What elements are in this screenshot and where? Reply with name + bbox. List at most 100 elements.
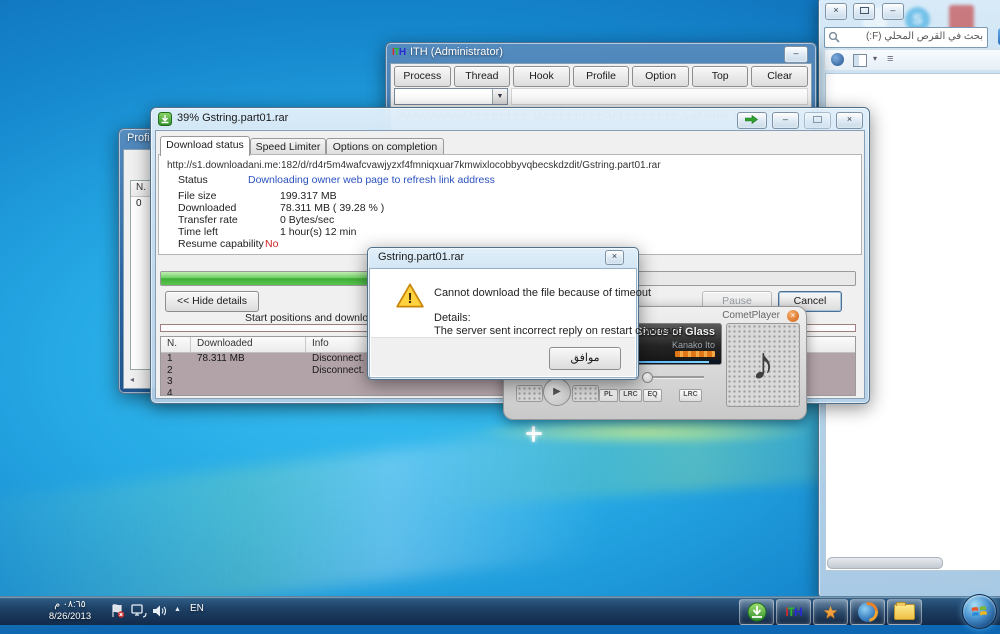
- firefox-icon: [858, 602, 878, 622]
- taskbar-item-explorer[interactable]: [887, 599, 922, 625]
- column-header[interactable]: N.: [161, 337, 191, 352]
- field-value: 1 hour(s) 12 min: [280, 226, 356, 238]
- field-value: 199.317 MB: [280, 190, 337, 202]
- column-header[interactable]: Downloaded: [191, 337, 306, 352]
- field-value-resume: No: [265, 238, 278, 250]
- cell-downloaded: [191, 365, 306, 377]
- close-icon[interactable]: ×: [825, 3, 847, 20]
- toolbar-list-icon[interactable]: ≡: [887, 53, 893, 65]
- sparkle-cursor: [526, 426, 542, 442]
- cell-n: 1: [161, 353, 191, 365]
- taskbar: ٠٨:٦٥ م 8/26/2013 ▲ EN ITH ★: [0, 596, 1000, 625]
- network-icon[interactable]: [131, 604, 147, 618]
- lyrics-button-2[interactable]: LRC: [679, 389, 702, 402]
- profiles-window-title: Profil: [127, 132, 152, 144]
- hidden-icons-button[interactable]: ▲: [174, 606, 181, 613]
- taskbar-clock[interactable]: ٠٨:٦٥ م 8/26/2013: [34, 599, 106, 622]
- ith-profile-button[interactable]: Profile: [573, 66, 630, 87]
- warning-icon: !: [396, 283, 424, 308]
- maximize-icon[interactable]: [853, 3, 875, 20]
- minimize-icon[interactable]: –: [882, 3, 904, 20]
- speaker-grille-panel: ♪: [726, 323, 800, 407]
- dialog-title: Gstring.part01.rar: [378, 251, 464, 263]
- ith-icon: ITH: [785, 606, 801, 618]
- ith-text-field[interactable]: [511, 88, 808, 105]
- ith-process-combobox[interactable]: ▼: [394, 88, 508, 105]
- close-icon[interactable]: ×: [836, 112, 863, 129]
- field-label: File size: [178, 190, 217, 202]
- volume-knob[interactable]: [642, 372, 653, 383]
- cell-downloaded: [191, 376, 306, 388]
- ith-window-title: ITH (Administrator): [410, 46, 503, 58]
- field-label: Downloaded: [178, 202, 236, 214]
- taskbar-item-idm[interactable]: [739, 599, 774, 625]
- volume-slider[interactable]: [652, 376, 704, 378]
- svg-text:!: !: [407, 290, 412, 307]
- minimize-icon[interactable]: –: [784, 46, 808, 63]
- idm-icon: [747, 602, 767, 622]
- close-icon[interactable]: ×: [605, 250, 624, 265]
- horizontal-scrollbar[interactable]: [827, 557, 943, 569]
- download-url: http://s1.downloadani.me:182/d/rd4r5m4wa…: [167, 160, 661, 171]
- bitrate-badge: [675, 351, 715, 357]
- search-placeholder: بحث في القرص المحلي (F:): [866, 31, 983, 42]
- chevron-down-icon[interactable]: ▾: [873, 54, 877, 63]
- scroll-left-arrow-icon[interactable]: ◂: [130, 375, 134, 384]
- music-note-icon: ♪: [752, 337, 775, 389]
- download-status-panel: http://s1.downloadani.me:182/d/rd4r5m4wa…: [158, 154, 862, 255]
- ith-option-button[interactable]: Option: [632, 66, 689, 87]
- start-queue-button[interactable]: [737, 112, 767, 129]
- prev-button[interactable]: [516, 385, 543, 402]
- tab-download-status[interactable]: Download status: [160, 136, 250, 156]
- search-input[interactable]: بحث في القرص المحلي (F:): [824, 27, 988, 48]
- ith-clear-button[interactable]: Clear: [751, 66, 808, 87]
- ith-process-button[interactable]: Process: [394, 66, 451, 87]
- ok-button[interactable]: موافق: [549, 347, 621, 370]
- status-value[interactable]: Downloading owner web page to refresh li…: [248, 174, 495, 186]
- speaker-icon[interactable]: [152, 604, 167, 618]
- cell-n: 3: [161, 376, 191, 388]
- lyrics-button[interactable]: LRC: [619, 389, 642, 402]
- ith-hook-button[interactable]: Hook: [513, 66, 570, 87]
- action-center-icon[interactable]: [110, 604, 125, 618]
- play-icon: ▶: [553, 386, 561, 397]
- start-button[interactable]: [962, 594, 997, 629]
- field-label: Time left: [178, 226, 218, 238]
- clock-time: ٠٨:٦٥ م: [34, 599, 106, 611]
- field-value: 0 Bytes/sec: [280, 214, 334, 226]
- cell-n: 4: [161, 388, 191, 396]
- ith-thread-button[interactable]: Thread: [454, 66, 511, 87]
- chevron-down-icon[interactable]: ▼: [492, 89, 507, 104]
- language-indicator[interactable]: EN: [190, 603, 204, 614]
- maximize-icon: [804, 112, 831, 129]
- idm-app-icon: [158, 112, 172, 126]
- taskbar-item-firefox[interactable]: [850, 599, 885, 625]
- field-label: Resume capability: [178, 238, 264, 250]
- magnifier-icon: [828, 31, 840, 43]
- cell-downloaded: 78.311 MB: [191, 353, 306, 365]
- equalizer-button[interactable]: EQ: [643, 389, 662, 402]
- playlist-button[interactable]: PL: [599, 389, 618, 402]
- windows-flag-icon: [970, 602, 989, 621]
- taskbar-item-star-app[interactable]: ★: [813, 599, 848, 625]
- taskbar-item-ith[interactable]: ITH: [776, 599, 811, 625]
- minimize-icon[interactable]: –: [772, 112, 799, 129]
- field-value: 78.311 MB ( 39.28 % ): [280, 202, 384, 214]
- error-dialog: Gstring.part01.rar × ! Cannot download t…: [367, 247, 639, 380]
- ith-top-button[interactable]: Top: [692, 66, 749, 87]
- play-button[interactable]: ▶: [543, 378, 571, 406]
- toolbar-panes-icon[interactable]: [853, 54, 867, 67]
- dialog-details-label: Details:: [434, 312, 471, 324]
- hide-details-button[interactable]: << Hide details: [165, 291, 259, 312]
- field-label: Transfer rate: [178, 214, 238, 226]
- toolbar-globe-icon[interactable]: [831, 53, 844, 66]
- next-button[interactable]: [572, 385, 599, 402]
- player-title: CometPlayer: [722, 310, 780, 321]
- cell-downloaded: [191, 388, 306, 396]
- song-artist: Kanako Ito: [672, 340, 715, 350]
- star-icon: ★: [823, 604, 838, 621]
- clock-date: 8/26/2013: [34, 611, 106, 623]
- close-icon[interactable]: ×: [787, 310, 799, 322]
- dialog-footer: موافق: [371, 337, 635, 376]
- download-window-title: 39% Gstring.part01.rar: [177, 112, 288, 124]
